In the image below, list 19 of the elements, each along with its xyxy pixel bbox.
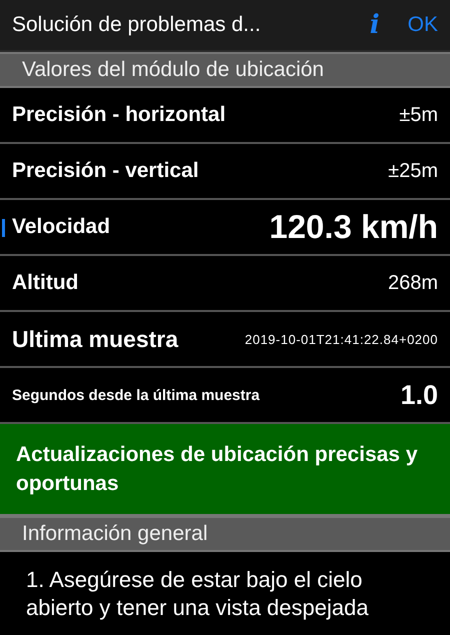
row-label: Precisión - vertical [12,159,199,183]
row-label: Segundos desde la última muestra [12,386,260,404]
instruction-text: 1. Asegúrese de estar bajo el cielo abierto y tener una vista despejada [25,566,370,622]
row-value: ±5m [399,104,438,126]
row-value: 1.0 [400,380,438,410]
row-label: Precisión - horizontal [12,103,226,127]
row-label: Altitud [12,271,78,295]
section-header: Valores del módulo de ubicación [0,52,450,88]
info-button[interactable]: i [356,10,394,40]
ok-button[interactable]: OK [408,13,438,37]
screen-title: Solución de problemas d... [12,13,262,37]
section-header: Información general [0,516,450,552]
row-value: 120.3 km/h [269,208,438,246]
row-label: Ultima muestra [12,326,178,352]
row-value: 2019-10-01T21:41:22.84+0200 [244,332,438,346]
row-value: 268m [388,272,438,294]
row-label: Velocidad [12,215,110,239]
row-value: ±25m [388,160,438,182]
status-banner: Actualizaciones de ubicación precisas y oportunas [0,424,450,516]
